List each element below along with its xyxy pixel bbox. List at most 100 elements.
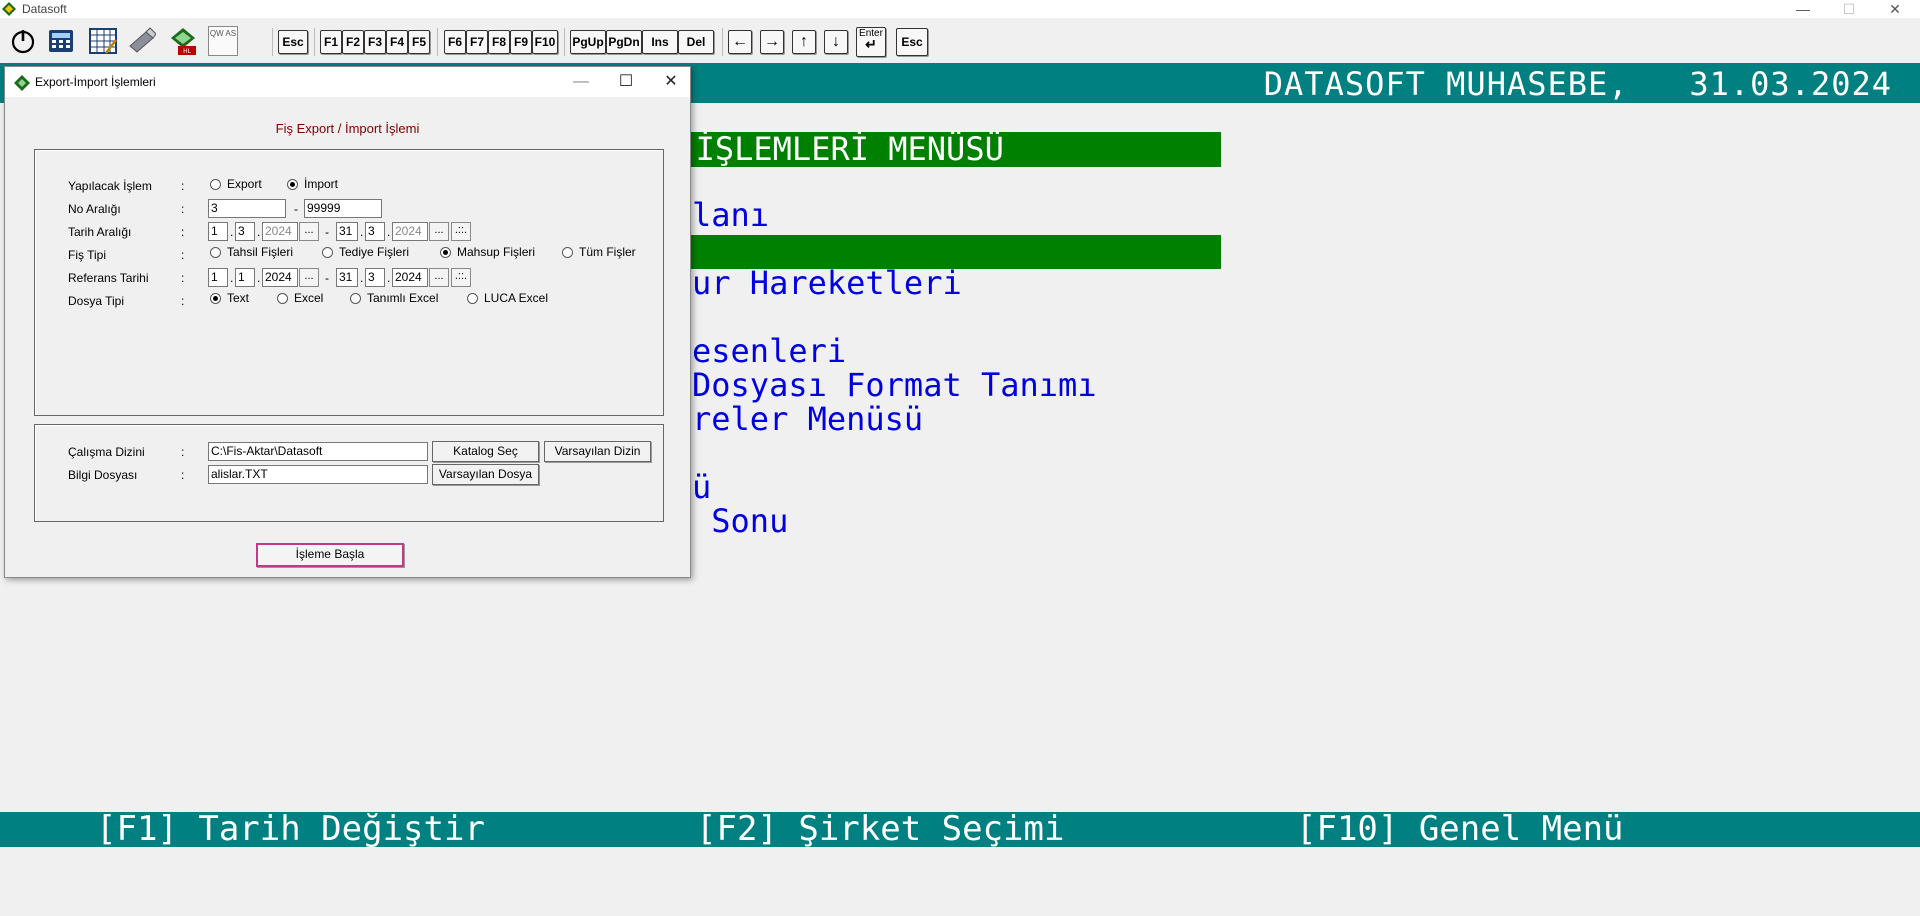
dialog-title: Export-İmport İşlemleri: [35, 75, 156, 89]
header-title: DATASOFT MUHASEBE, 31.03.2024: [1263, 65, 1892, 103]
f3-button[interactable]: F3: [364, 30, 386, 54]
ref-to-month-input[interactable]: 3: [365, 268, 385, 287]
menu-item[interactable]: reler Menüsü: [692, 401, 923, 437]
range-separator: -: [294, 202, 298, 216]
ref-calendar-button[interactable]: .::.: [451, 268, 471, 287]
ins-button[interactable]: Ins: [642, 30, 678, 54]
radio-export-label: Export: [227, 177, 262, 191]
radio-luca-excel-label: LUCA Excel: [484, 291, 549, 305]
pgup-button[interactable]: PgUp: [570, 30, 606, 54]
esc-button[interactable]: Esc: [278, 30, 308, 54]
ref-to-picker-button[interactable]: ...: [429, 268, 449, 287]
arrow-up-icon[interactable]: ↑: [792, 30, 816, 54]
toolbar-divider: [722, 28, 723, 56]
info-file-input[interactable]: alislar.TXT: [208, 465, 428, 484]
ref-to-day-input[interactable]: 31: [336, 268, 358, 287]
minimize-button[interactable]: —: [1780, 0, 1826, 18]
date-to-picker-button[interactable]: ...: [429, 222, 449, 241]
arrow-right-icon[interactable]: →: [760, 30, 784, 54]
ref-to-year-input[interactable]: 2024: [392, 268, 428, 287]
radio-excel-label: Excel: [294, 291, 324, 305]
date-dot: .: [257, 225, 261, 239]
f10-general-menu[interactable]: [F10] Genel Menü: [1296, 812, 1624, 847]
start-process-button[interactable]: İşleme Başla: [256, 543, 404, 567]
f8-button[interactable]: F8: [488, 30, 510, 54]
footer-bar: [F1] Tarih Değiştir [F2] Şirket Seçimi […: [0, 812, 1920, 847]
radio-text[interactable]: [210, 293, 221, 304]
enter-button[interactable]: Enter ↵: [856, 27, 886, 57]
radio-tum[interactable]: [562, 247, 573, 258]
range-separator: -: [325, 225, 329, 239]
default-file-button[interactable]: Varsayılan Dosya: [432, 464, 539, 485]
arrow-left-icon[interactable]: ←: [728, 30, 752, 54]
ref-from-year-input[interactable]: 2024: [262, 268, 298, 287]
ref-from-day-input[interactable]: 1: [208, 268, 228, 287]
number-to-input[interactable]: 99999: [304, 199, 382, 218]
date-from-day-input[interactable]: 1: [208, 222, 228, 241]
date-to-day-input[interactable]: 31: [336, 222, 358, 241]
keyboard-icon[interactable]: QW AS: [208, 26, 238, 56]
date-from-year-input[interactable]: 2024: [262, 222, 298, 241]
number-range-label: No Aralığı: [68, 202, 121, 216]
colon: :: [181, 468, 185, 482]
working-dir-input[interactable]: C:\Fis-Aktar\Datasoft: [208, 442, 428, 461]
menu-item[interactable]: lanı: [692, 197, 769, 233]
close-button[interactable]: ✕: [1872, 0, 1918, 18]
radio-defined-excel[interactable]: [350, 293, 361, 304]
radio-tediye[interactable]: [322, 247, 333, 258]
date-range-label: Tarih Aralığı: [68, 225, 132, 239]
menu-item[interactable]: ur Hareketleri: [692, 265, 962, 301]
menu-item[interactable]: Sonu: [692, 503, 788, 539]
date-dot: .: [387, 225, 391, 239]
ref-from-picker-button[interactable]: ...: [299, 268, 319, 287]
spreadsheet-icon[interactable]: [88, 26, 118, 56]
colon: :: [181, 271, 185, 285]
date-from-month-input[interactable]: 3: [235, 222, 255, 241]
date-dot: .: [230, 225, 234, 239]
radio-export[interactable]: [210, 179, 221, 190]
f9-button[interactable]: F9: [510, 30, 532, 54]
radio-mahsup[interactable]: [440, 247, 451, 258]
dialog-minimize-button[interactable]: —: [558, 67, 604, 97]
f1-button[interactable]: F1: [320, 30, 342, 54]
calculator-icon[interactable]: [46, 26, 76, 56]
esc-secondary-button[interactable]: Esc: [896, 28, 928, 56]
del-button[interactable]: Del: [678, 30, 714, 54]
f5-button[interactable]: F5: [408, 30, 430, 54]
f2-select-company[interactable]: [F2] Şirket Seçimi: [696, 812, 1064, 847]
f6-button[interactable]: F6: [444, 30, 466, 54]
radio-defined-excel-label: Tanımlı Excel: [367, 291, 439, 305]
colon: :: [181, 202, 185, 216]
select-catalog-button[interactable]: Katalog Seç: [432, 441, 539, 462]
number-from-input[interactable]: 3: [208, 199, 286, 218]
dialog-close-button[interactable]: ✕: [648, 67, 694, 97]
arrow-down-icon[interactable]: ↓: [824, 30, 848, 54]
date-dot: .: [360, 271, 364, 285]
dialog-maximize-button[interactable]: ☐: [603, 67, 649, 97]
radio-luca-excel[interactable]: [467, 293, 478, 304]
report-icon[interactable]: HL: [168, 26, 198, 56]
f1-change-date[interactable]: [F1] Tarih Değiştir: [96, 812, 485, 847]
enter-icon: ↵: [865, 36, 877, 52]
default-dir-button[interactable]: Varsayılan Dizin: [544, 441, 651, 462]
menu-item[interactable]: ü: [692, 469, 711, 505]
menu-item[interactable]: esenleri: [692, 333, 846, 369]
radio-import[interactable]: [287, 179, 298, 190]
f2-button[interactable]: F2: [342, 30, 364, 54]
menu-item[interactable]: Dosyası Format Tanımı: [692, 367, 1097, 403]
f7-button[interactable]: F7: [466, 30, 488, 54]
power-icon[interactable]: [8, 26, 38, 56]
ref-from-month-input[interactable]: 1: [235, 268, 255, 287]
radio-tahsil[interactable]: [210, 247, 221, 258]
maximize-button[interactable]: ☐: [1826, 0, 1872, 18]
pgdn-button[interactable]: PgDn: [606, 30, 642, 54]
f4-button[interactable]: F4: [386, 30, 408, 54]
usb-drive-icon[interactable]: [126, 26, 156, 56]
f10-button[interactable]: F10: [532, 30, 558, 54]
date-to-year-input[interactable]: 2024: [392, 222, 428, 241]
calendar-button[interactable]: .::.: [451, 222, 471, 241]
date-to-month-input[interactable]: 3: [365, 222, 385, 241]
radio-import-label: İmport: [304, 177, 339, 191]
date-from-picker-button[interactable]: ...: [299, 222, 319, 241]
radio-excel[interactable]: [277, 293, 288, 304]
